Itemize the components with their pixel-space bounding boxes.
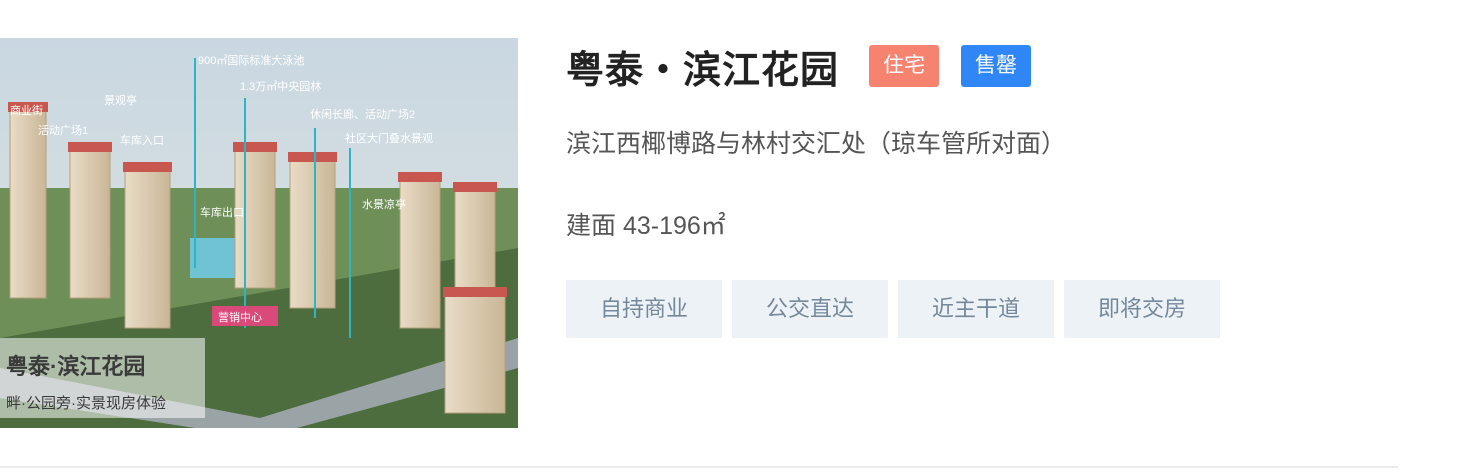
- svg-text:1.3万㎡中央园林: 1.3万㎡中央园林: [240, 79, 321, 93]
- svg-text:景观亭: 景观亭: [104, 93, 137, 107]
- feature-tag: 即将交房: [1064, 280, 1220, 338]
- listing-info: 粤泰・滨江花园 住宅 售罄 滨江西椰博路与林村交汇处（琼车管所对面） 建面 43…: [566, 40, 1460, 338]
- svg-text:车库出口: 车库出口: [200, 205, 244, 219]
- property-type-badge: 住宅: [869, 45, 940, 87]
- listing-card[interactable]: 粤泰·滨江花园 畔·公园旁·实景现房体验 900㎡国际标准大泳池 1.3万㎡中央…: [0, 0, 1460, 472]
- title-row: 粤泰・滨江花园 住宅 售罄: [566, 40, 1460, 92]
- svg-text:900㎡国际标准大泳池: 900㎡国际标准大泳池: [198, 53, 304, 67]
- listing-title[interactable]: 粤泰・滨江花园: [566, 39, 839, 94]
- svg-text:社区大门叠水景观: 社区大门叠水景观: [345, 131, 433, 145]
- feature-tag: 近主干道: [898, 280, 1054, 338]
- aerial-render-image: 粤泰·滨江花园 畔·公园旁·实景现房体验 900㎡国际标准大泳池 1.3万㎡中央…: [0, 38, 518, 428]
- svg-text:休闲长廊、活动广场2: 休闲长廊、活动广场2: [310, 107, 415, 121]
- svg-text:活动广场1: 活动广场1: [38, 123, 88, 137]
- feature-tag: 自持商业: [566, 280, 722, 338]
- svg-text:车库入口: 车库入口: [120, 133, 164, 147]
- svg-text:水景凉亭: 水景凉亭: [362, 197, 406, 211]
- listing-image[interactable]: 粤泰·滨江花园 畔·公园旁·实景现房体验 900㎡国际标准大泳池 1.3万㎡中央…: [0, 38, 518, 428]
- svg-text:粤泰·滨江花园: 粤泰·滨江花园: [6, 354, 145, 379]
- svg-text:营销中心: 营销中心: [218, 310, 262, 324]
- feature-tag: 公交直达: [732, 280, 888, 338]
- listing-address: 滨江西椰博路与林村交汇处（琼车管所对面）: [566, 130, 1067, 158]
- feature-tags: 自持商业 公交直达 近主干道 即将交房: [566, 280, 1460, 338]
- svg-text:商业街: 商业街: [10, 103, 43, 117]
- sales-status-badge: 售罄: [961, 45, 1032, 87]
- divider: [0, 466, 1398, 468]
- listing-area: 建面 43-196㎡: [566, 212, 726, 240]
- svg-text:畔·公园旁·实景现房体验: 畔·公园旁·实景现房体验: [6, 395, 166, 412]
